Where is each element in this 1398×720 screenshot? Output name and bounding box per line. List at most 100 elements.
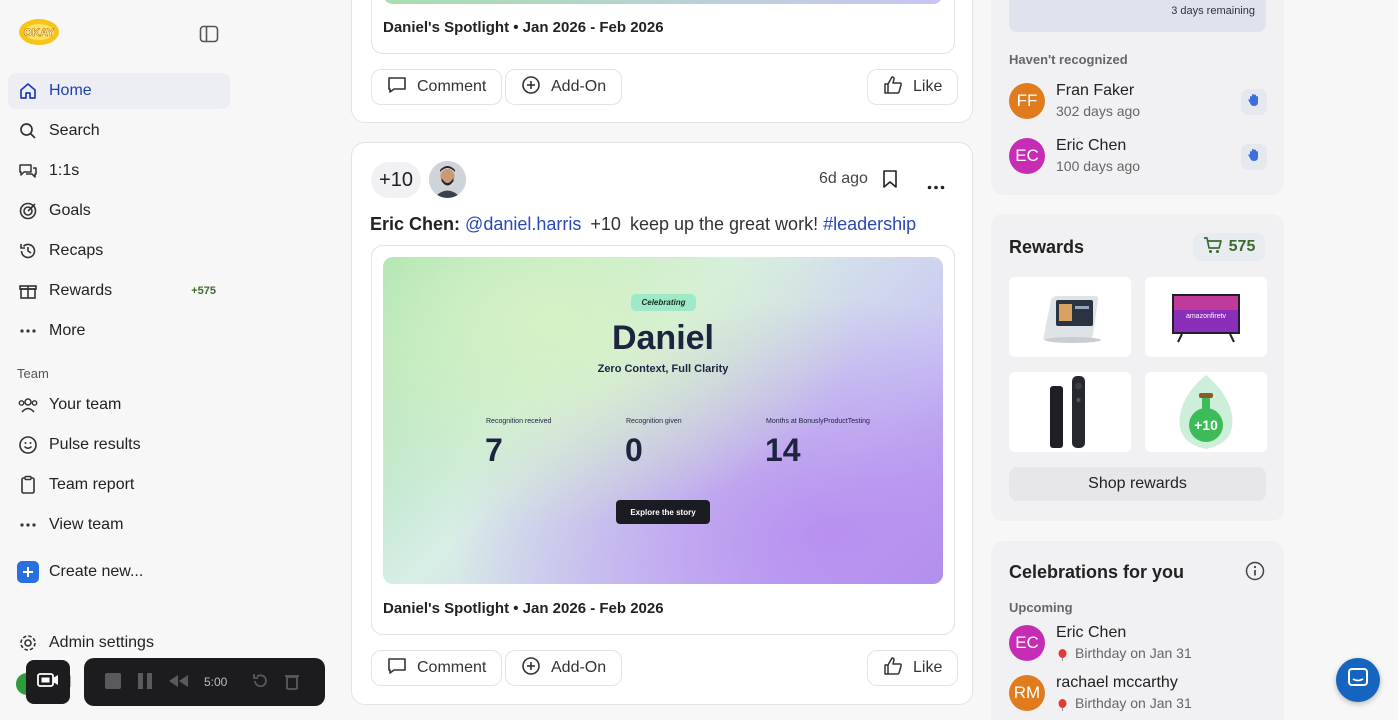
nav-1on1s[interactable]: 1:1s xyxy=(8,153,230,189)
nav-home[interactable]: Home xyxy=(8,73,230,109)
gear-icon xyxy=(17,632,39,654)
admin-settings-label: Admin settings xyxy=(49,634,154,651)
post-hashtag[interactable]: #leadership xyxy=(823,214,916,234)
bookmark-icon[interactable] xyxy=(882,170,898,193)
list-item[interactable]: RM rachael mccarthy Birthday on Jan 31 xyxy=(1009,673,1267,713)
spotlight-subtitle: Zero Context, Full Clarity xyxy=(597,363,729,375)
celebrations-panel: Celebrations for you Upcoming EC Eric Ch… xyxy=(991,541,1284,720)
add-on-label: Add-On xyxy=(551,659,607,676)
stat-value: 0 xyxy=(625,432,643,468)
team-icon xyxy=(17,394,39,416)
person-name: rachael mccarthy xyxy=(1056,674,1178,691)
restart-icon[interactable] xyxy=(251,672,269,693)
nav-your-team[interactable]: Your team xyxy=(8,387,230,423)
points-balance[interactable]: 575 xyxy=(1193,233,1265,261)
allowance-banner: 3 days remaining xyxy=(1009,0,1266,32)
stat-value: 14 xyxy=(765,432,801,468)
okay-logo-icon[interactable]: OKAY xyxy=(18,16,60,48)
stat-label: Recognition given xyxy=(626,418,682,425)
target-icon xyxy=(17,200,39,222)
post-message: Eric Chen: @daniel.harris +10 keep up th… xyxy=(370,214,916,235)
admin-settings-button[interactable]: Admin settings xyxy=(8,625,230,661)
explore-story-button[interactable]: Explore the story xyxy=(616,500,710,524)
list-item[interactable]: EC Eric Chen 100 days ago xyxy=(1009,136,1267,176)
add-on-button[interactable]: Add-On xyxy=(505,650,623,686)
list-item[interactable]: FF Fran Faker 302 days ago xyxy=(1009,81,1267,121)
recognize-button[interactable] xyxy=(1241,89,1267,115)
nav-team-report[interactable]: Team report xyxy=(8,467,230,503)
nav-more-label: More xyxy=(49,322,86,339)
nav-search-label: Search xyxy=(49,122,100,139)
nav-recaps[interactable]: Recaps xyxy=(8,233,230,269)
list-item[interactable]: EC Eric Chen Birthday on Jan 31 xyxy=(1009,623,1267,663)
sidebar-toggle-icon[interactable] xyxy=(199,25,219,43)
nav-team-report-label: Team report xyxy=(49,476,135,493)
history-icon xyxy=(17,240,39,262)
stat-label: Recognition received xyxy=(486,418,552,425)
wave-hand-icon xyxy=(1246,92,1262,113)
nav-pulse-results[interactable]: Pulse results xyxy=(8,427,230,463)
avatar: FF xyxy=(1009,83,1045,119)
nav-your-team-label: Your team xyxy=(49,396,122,413)
avatar[interactable] xyxy=(429,161,466,198)
delete-icon[interactable] xyxy=(283,672,301,693)
thumbs-up-icon xyxy=(883,75,903,100)
rewards-panel: Rewards 575 amazonfiretv +10 Shop reward… xyxy=(991,214,1284,521)
chat-button[interactable] xyxy=(1336,658,1380,702)
cart-icon xyxy=(1203,236,1223,259)
post-mention[interactable]: @daniel.harris xyxy=(465,214,581,234)
balloon-icon xyxy=(1058,648,1067,661)
spotlight-preview[interactable]: Daniel's Spotlight • Jan 2026 - Feb 2026 xyxy=(371,0,955,54)
spotlight-image: Celebrating Daniel Zero Context, Full Cl… xyxy=(383,257,943,584)
recording-toolbar: 5:00 xyxy=(84,658,325,706)
fire-tv-icon[interactable]: amazonfiretv xyxy=(1145,277,1267,357)
like-button[interactable]: Like xyxy=(867,650,959,686)
create-new-label: Create new... xyxy=(49,563,144,580)
stop-icon[interactable] xyxy=(104,672,122,693)
recognize-button[interactable] xyxy=(1241,144,1267,170)
plus-circle-icon xyxy=(521,75,541,100)
add-on-button[interactable]: Add-On xyxy=(505,69,623,105)
sidebar: OKAY Home Search 1:1s Goals Recaps Rewar… xyxy=(0,0,238,720)
feed-card: Daniel's Spotlight • Jan 2026 - Feb 2026… xyxy=(351,0,973,123)
nav-more[interactable]: More xyxy=(8,313,230,349)
shop-rewards-button[interactable]: Shop rewards xyxy=(1009,467,1266,501)
comment-label: Comment xyxy=(417,78,487,95)
points-balance-value: 575 xyxy=(1228,238,1256,255)
celebrating-chip: Celebrating xyxy=(631,294,696,311)
add-on-label: Add-On xyxy=(551,78,607,95)
nav-rewards[interactable]: Rewards +575 xyxy=(8,273,230,309)
spotlight-image-edge xyxy=(383,0,943,4)
fire-stick-icon[interactable] xyxy=(1009,372,1131,452)
celebration-meta: Birthday on Jan 31 xyxy=(1075,645,1192,661)
stat-label: Months at BonuslyProductTesting xyxy=(766,418,870,425)
svg-text:OKAY: OKAY xyxy=(24,27,55,39)
days-remaining: 3 days remaining xyxy=(1171,5,1255,17)
nav-goals[interactable]: Goals xyxy=(8,193,230,229)
post-author[interactable]: Eric Chen: xyxy=(370,214,460,234)
nav-view-team-label: View team xyxy=(49,516,124,533)
more-icon xyxy=(17,320,39,342)
camera-toggle-button[interactable] xyxy=(26,660,70,704)
camera-icon xyxy=(37,672,59,693)
comment-icon xyxy=(387,76,407,99)
rewards-badge: +575 xyxy=(191,285,216,297)
points-chip: +10 xyxy=(371,162,421,198)
comment-button[interactable]: Comment xyxy=(371,69,503,105)
nav-view-team[interactable]: View team xyxy=(8,507,230,543)
nav-search[interactable]: Search xyxy=(8,113,230,149)
like-button[interactable]: Like xyxy=(867,69,959,105)
comment-button[interactable]: Comment xyxy=(371,650,503,686)
create-new-button[interactable]: Create new... xyxy=(8,554,230,590)
nav-pulse-results-label: Pulse results xyxy=(49,436,141,453)
pause-icon[interactable] xyxy=(136,672,154,693)
more-options-icon[interactable] xyxy=(927,177,945,195)
bonus-potion-icon[interactable]: +10 xyxy=(1145,372,1267,452)
spotlight-card[interactable]: Celebrating Daniel Zero Context, Full Cl… xyxy=(371,245,955,635)
rewind-icon[interactable] xyxy=(168,673,190,692)
echo-show-icon[interactable] xyxy=(1009,277,1131,357)
comment-icon xyxy=(387,657,407,680)
info-icon[interactable] xyxy=(1245,561,1265,586)
nav-recaps-label: Recaps xyxy=(49,242,104,259)
rewards-title: Rewards xyxy=(1009,237,1085,257)
